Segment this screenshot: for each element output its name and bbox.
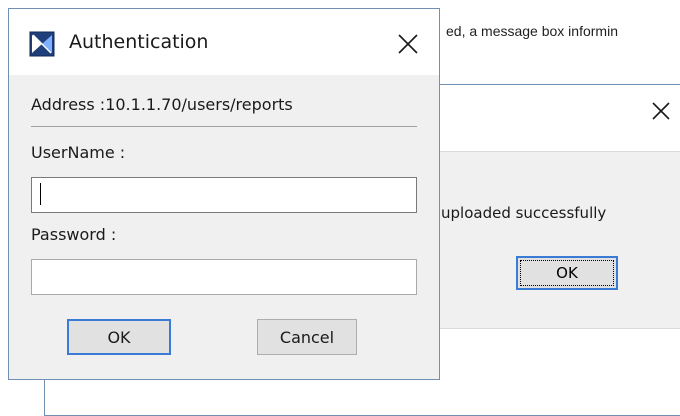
password-label: Password : bbox=[31, 225, 117, 244]
username-input[interactable] bbox=[31, 177, 417, 213]
text-caret bbox=[40, 183, 41, 205]
message-box-ok-button[interactable]: OK bbox=[516, 256, 618, 290]
cancel-button[interactable]: Cancel bbox=[257, 319, 357, 355]
focus-outline bbox=[520, 260, 614, 286]
dialog-body: Address :10.1.1.70/users/reports UserNam… bbox=[9, 75, 439, 379]
authentication-dialog: Authentication Address :10.1.1.70/users/… bbox=[8, 8, 440, 380]
address-label: Address :10.1.1.70/users/reports bbox=[31, 95, 293, 114]
message-text: uploaded successfully bbox=[441, 204, 607, 222]
background-partial-text: ed, a message box informin bbox=[446, 23, 618, 39]
app-logo-icon bbox=[29, 31, 55, 57]
username-label: UserName : bbox=[31, 143, 126, 162]
ok-button[interactable]: OK bbox=[67, 319, 171, 355]
dialog-title: Authentication bbox=[69, 31, 209, 53]
close-icon[interactable] bbox=[651, 101, 671, 121]
password-input[interactable] bbox=[31, 259, 417, 295]
close-icon[interactable] bbox=[397, 33, 419, 55]
divider bbox=[31, 126, 417, 127]
